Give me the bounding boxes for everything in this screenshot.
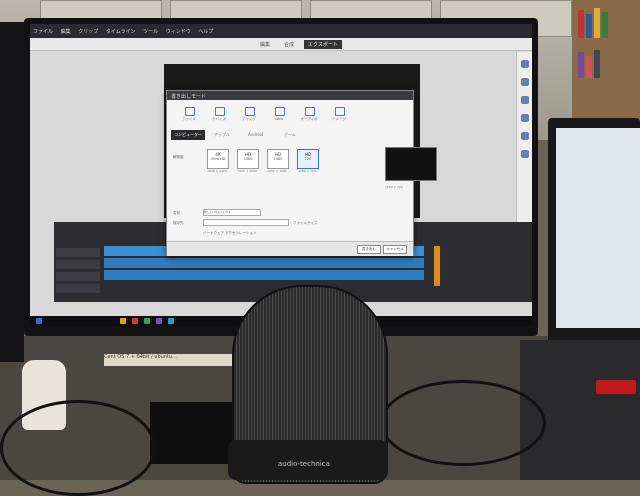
track-label (56, 272, 100, 281)
tab-label: ファイル (182, 117, 196, 121)
image-icon (335, 107, 345, 116)
device-box (150, 402, 238, 464)
playhead[interactable] (434, 246, 440, 286)
resolution-option[interactable]: 4K Ultra HD (207, 149, 229, 169)
app-icon[interactable] (144, 318, 150, 324)
menu-item-timeline[interactable]: タイムライン (103, 24, 139, 35)
menu-item-help[interactable]: ヘルプ (195, 24, 216, 35)
res-bottom: Ultra HD (210, 157, 226, 161)
resolution-note: 1280 × 720 (298, 169, 316, 173)
tool-icon[interactable] (521, 150, 529, 158)
bookshelf (572, 0, 640, 130)
app-icon[interactable] (132, 318, 138, 324)
audio-waveform[interactable] (104, 270, 424, 280)
menu-bar: ファイル 編集 クリップ タイムライン ツール ウィンドウ ヘルプ (30, 24, 532, 38)
start-icon[interactable] (36, 318, 42, 324)
cancel-button[interactable]: キャンセル (383, 245, 407, 254)
tab-web[interactable]: Web (265, 104, 293, 126)
speaker-icon (305, 107, 315, 116)
tab-label: イメージ (332, 117, 346, 121)
mode-tab-composite[interactable]: 合成 (280, 40, 298, 49)
menu-item-clip[interactable]: クリップ (75, 24, 101, 35)
cable (380, 380, 546, 466)
save-path-field[interactable] (203, 219, 289, 226)
tab-file[interactable]: ファイル (175, 104, 203, 126)
left-monitor (0, 22, 24, 362)
subtab-computer[interactable]: コンピューター (171, 130, 205, 140)
menu-item-window[interactable]: ウィンドウ (163, 24, 194, 35)
app-icon[interactable] (120, 318, 126, 324)
export-info: 1280 × 720 (385, 185, 411, 190)
menu-item-edit[interactable]: 編集 (58, 24, 74, 35)
tool-icon[interactable] (521, 132, 529, 140)
export-button[interactable]: 書き出し (357, 245, 381, 254)
resolution-option[interactable]: HD 1080 (267, 149, 289, 169)
subtab-game[interactable]: ゲーム (281, 130, 299, 140)
tab-image[interactable]: イメージ (325, 104, 353, 126)
resolution-note: 3840 × 2160 (207, 169, 227, 173)
laptop-screen (556, 128, 640, 328)
resolution-options: 4K Ultra HD HD 1080 HD 1080 HD 720 3840 × 21… (207, 149, 347, 175)
resolution-label: 解像度 (173, 155, 184, 159)
track-label (56, 260, 100, 269)
tab-audio[interactable]: オーディオ (295, 104, 323, 126)
resolution-note: 1920 × 1080 (237, 169, 257, 173)
mode-tab-export[interactable]: エクスポート (304, 40, 342, 49)
resolution-option[interactable]: HD 1080 (237, 149, 259, 169)
resolution-option-selected[interactable]: HD 720 (297, 149, 319, 169)
usb-stick (596, 380, 636, 394)
audio-waveform[interactable] (104, 258, 424, 268)
res-bottom: 1080 (243, 157, 253, 161)
device-subtabs: コンピューター アップル Android ゲーム (171, 130, 346, 140)
cable (0, 400, 156, 496)
field-label: 名前 (173, 211, 180, 215)
res-bottom: 720 (304, 157, 312, 161)
tool-icon[interactable] (521, 96, 529, 104)
mode-bar: 編集 合成 エクスポート (30, 38, 532, 51)
tab-device[interactable]: デバイス (205, 104, 233, 126)
export-type-tabs: ファイル デバイス ディスク Web オーディオ イメージ (175, 104, 346, 128)
file-icon (185, 107, 195, 116)
acceleration-checkbox-label[interactable]: ハードウェア アクセラレーション (203, 231, 256, 236)
export-dialog: 書き出しモード ファイル デバイス ディスク Web オーディオ イメージ コン… (166, 90, 437, 256)
mode-tab-edit[interactable]: 編集 (256, 40, 274, 49)
microphone-brand-text: audio-technica (278, 460, 330, 468)
subtab-android[interactable]: Android (245, 130, 266, 139)
dialog-footer: 書き出し キャンセル (167, 241, 413, 256)
device-icon (215, 107, 225, 116)
export-thumbnail (385, 147, 437, 181)
tab-label: Web (275, 117, 283, 121)
track-label (56, 284, 100, 293)
monitor-screen: ファイル 編集 クリップ タイムライン ツール ウィンドウ ヘルプ 編集 合成 … (30, 24, 532, 324)
app-icon[interactable] (168, 318, 174, 324)
dialog-title: 書き出しモード (171, 94, 207, 100)
resolution-note: 1920 × 1080 (267, 169, 287, 173)
tab-label: ディスク (242, 117, 256, 121)
tool-icon[interactable] (521, 114, 529, 122)
menu-item-tools[interactable]: ツール (140, 24, 161, 35)
field-label: 保存先 (173, 221, 184, 225)
disc-icon (245, 107, 255, 116)
web-icon (275, 107, 285, 116)
name-field[interactable]: 新しいプロジェクト (203, 209, 261, 216)
app-icon[interactable] (156, 318, 162, 324)
file-size-label: ファイルサイズ (293, 221, 318, 225)
tab-disc[interactable]: ディスク (235, 104, 263, 126)
tab-label: オーディオ (300, 117, 318, 121)
tool-icon[interactable] (521, 78, 529, 86)
menu-item-file[interactable]: ファイル (30, 24, 56, 35)
tool-icon[interactable] (521, 60, 529, 68)
dialog-title-bar: 書き出しモード (167, 91, 413, 100)
track-label (56, 248, 100, 257)
sticker-label: Cent OS 7 + 64bit / ubuntu... (104, 354, 232, 366)
res-bottom: 1080 (273, 157, 283, 161)
info-line: 1280 × 720 (385, 185, 403, 189)
tab-label: デバイス (212, 117, 226, 121)
subtab-apple[interactable]: アップル (211, 130, 233, 140)
